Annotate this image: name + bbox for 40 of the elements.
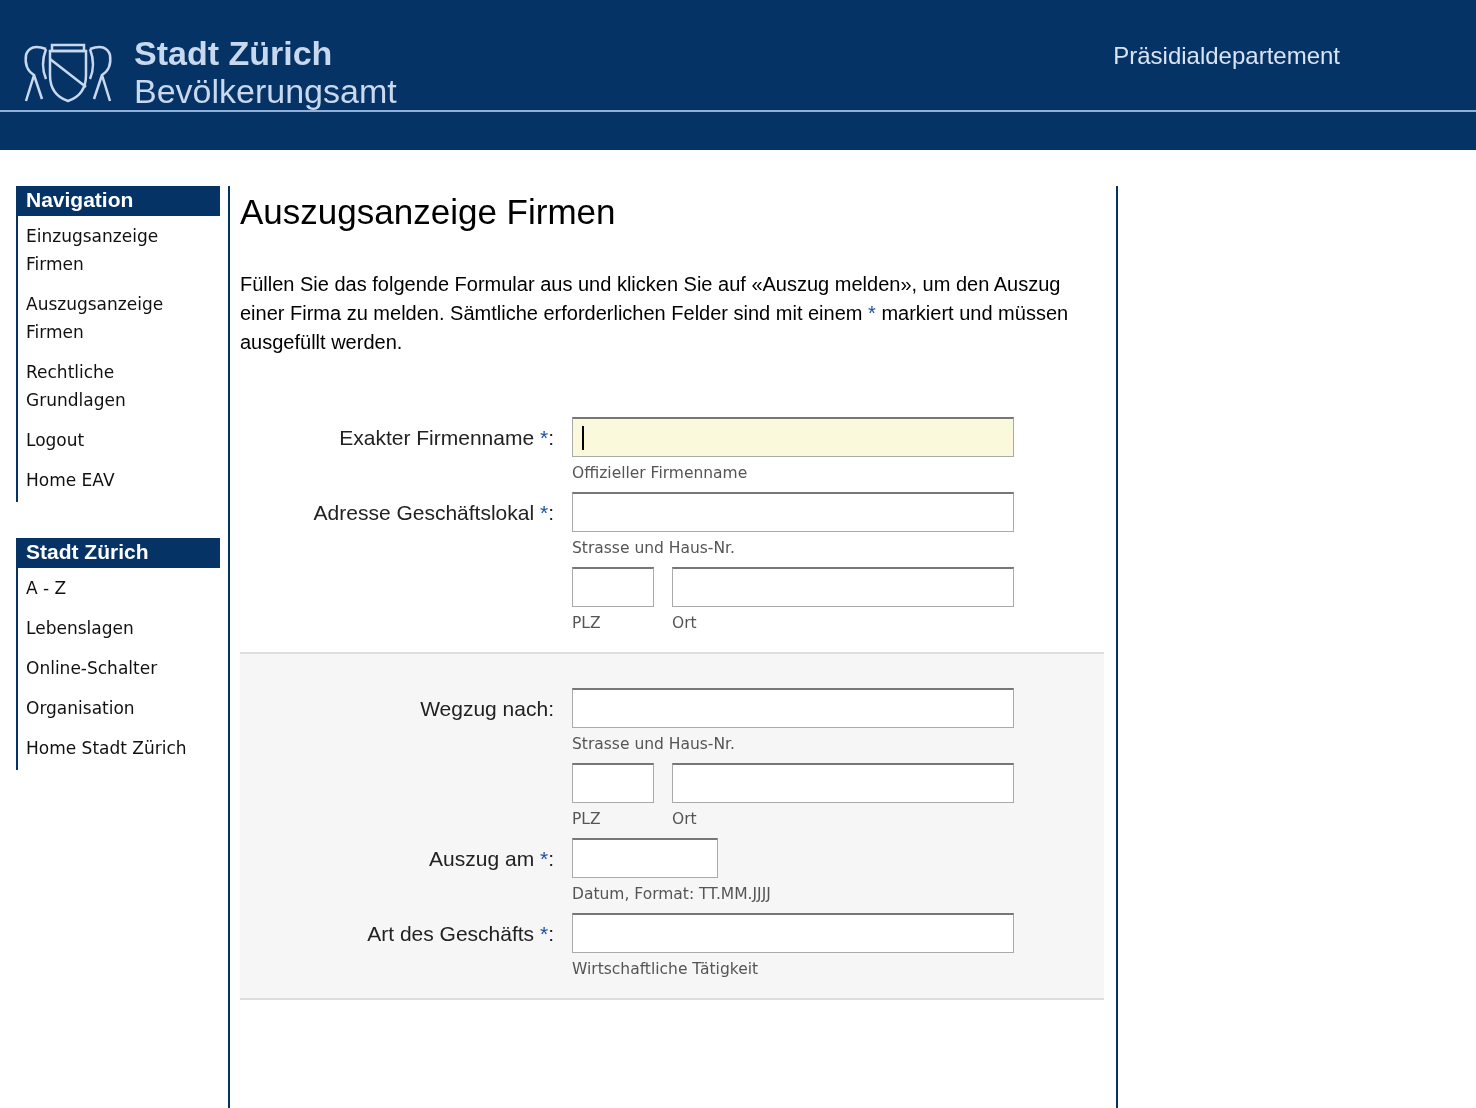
field-hint: Strasse und Haus-Nr. [572,538,736,559]
sidebar-link[interactable]: Lebenslagen [18,608,220,648]
sidebar-heading: Stadt Zürich [18,538,220,568]
sidebar-link[interactable]: Online-Schalter [18,648,220,688]
field-hint: Ort [672,809,698,830]
field-hint: Wirtschaftliche Tätigkeit [572,959,760,980]
sidebar-link[interactable]: A - Z [18,568,220,608]
sidebar-link[interactable]: Auszugsanzeige Firmen [18,284,220,352]
department-link[interactable]: Präsidialdepartement [1113,42,1340,70]
field-label: Adresse Geschäftslokal *: [312,500,555,526]
input-field[interactable] [572,913,1014,953]
sidebar-link[interactable]: Organisation [18,688,220,728]
page-title: Auszugsanzeige Firmen [240,192,617,232]
input-field[interactable] [572,838,718,878]
field-hint: Ort [672,613,698,634]
field-label: Exakter Firmenname *: [338,425,555,451]
field-hint: PLZ [572,613,602,634]
field-hint: Offizieller Firmenname [572,463,749,484]
sidebar-link[interactable]: Home Stadt Zürich [18,728,220,768]
field-label: Auszug am *: [428,846,555,872]
sidebar-link[interactable]: Home EAV [18,460,220,500]
input-field[interactable] [572,763,654,803]
sidebar-link[interactable]: Logout [18,420,220,460]
office-name: Bevölkerungsamt [134,74,397,108]
field-hint: PLZ [572,809,602,830]
input-field[interactable] [572,492,1014,532]
sidebar-link[interactable]: Rechtliche Grundlagen [18,352,220,420]
input-field[interactable] [672,763,1014,803]
input-field[interactable] [672,567,1014,607]
field-label: Wegzug nach: [419,696,555,722]
intro-text: Füllen Sie das folgende Formular aus und klicken Sie auf «Auszug melden», um den Auszug einer Firma zu melden. Sämtliche erforderlichen Felder sind mit einem * markiert und müssen ausgefüllt werden. [240,272,1070,355]
sidebar-heading: Navigation [18,186,220,216]
field-hint: Strasse und Haus-Nr. [572,734,736,755]
sidebar-link[interactable]: Einzugsanzeige Firmen [18,216,220,284]
field-label: Art des Geschäfts *: [366,921,555,947]
input-field[interactable] [572,417,1014,457]
input-field[interactable] [572,567,654,607]
city-name: Stadt Zürich [134,36,334,70]
field-hint: Datum, Format: TT.MM.JJJJ [572,884,771,905]
input-field[interactable] [572,688,1014,728]
